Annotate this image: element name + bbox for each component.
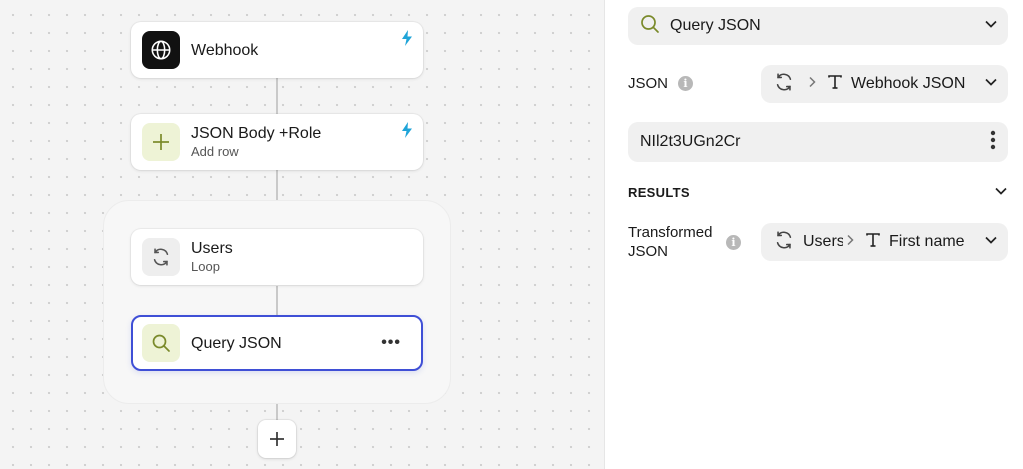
step-name: Query JSON [670,17,761,34]
loop-icon [142,238,180,276]
more-options-icon[interactable]: ••• [381,334,401,352]
label-line: Transformed [628,224,713,241]
globe-icon [142,31,180,69]
node-json-body-role[interactable]: JSON Body +Role Add row [131,114,423,170]
connector-line [276,404,278,420]
path-segment: Users [803,233,843,250]
info-icon[interactable]: i [726,235,741,250]
node-webhook[interactable]: Webhook [131,22,423,78]
chevron-down-icon [984,233,998,252]
loop-icon [773,71,795,98]
connector-line [276,286,278,316]
node-subtitle: Add row [191,144,239,159]
field-name: First name [889,233,965,250]
transformed-json-label: Transformed JSON [628,223,718,261]
search-icon [640,14,660,39]
json-value-text: NIl2t3UGn2Cr [640,133,741,150]
json-field-label: JSON i [628,75,694,92]
connector-line [276,170,278,200]
node-title: Webhook [191,41,259,59]
label-line: JSON [628,243,669,260]
node-query-json[interactable]: Query JSON ••• [131,315,423,371]
json-source-select[interactable]: Webhook JSON [761,65,1008,103]
workflow-canvas[interactable]: Webhook JSON Body +Role Add row Users Lo… [0,0,605,469]
bolt-icon [401,122,413,143]
add-step-button[interactable] [258,420,296,458]
step-selector[interactable]: Query JSON [628,7,1008,45]
chevron-down-icon [984,17,998,36]
step-config-panel: Query JSON JSON i Webhook JSON NIl2t3UGn… [606,0,1023,469]
bolt-icon [401,30,413,51]
results-section-header[interactable]: RESULTS [628,185,690,200]
plus-icon [270,432,284,446]
info-icon[interactable]: i [678,76,694,91]
plus-icon [142,123,180,161]
node-title: Query JSON [191,334,282,352]
chevron-down-icon [984,75,998,94]
chevron-right-icon [807,75,817,93]
loop-icon [773,229,795,256]
json-source-value: Webhook JSON [851,75,966,92]
node-title: JSON Body +Role [191,125,322,142]
text-type-icon [827,74,843,95]
text-type-icon [865,232,881,253]
json-label-text: JSON [628,75,669,92]
node-users-loop[interactable]: Users Loop [131,229,423,285]
transformed-json-select[interactable]: Users First name [761,223,1008,261]
chevron-right-icon [845,233,855,251]
connector-line [276,78,278,114]
chevron-down-icon[interactable] [994,184,1008,203]
node-title: Users [191,240,233,257]
kebab-menu-icon[interactable] [990,130,996,155]
node-subtitle: Loop [191,259,220,274]
search-icon [142,324,180,362]
json-value-field[interactable]: NIl2t3UGn2Cr [628,122,1008,162]
